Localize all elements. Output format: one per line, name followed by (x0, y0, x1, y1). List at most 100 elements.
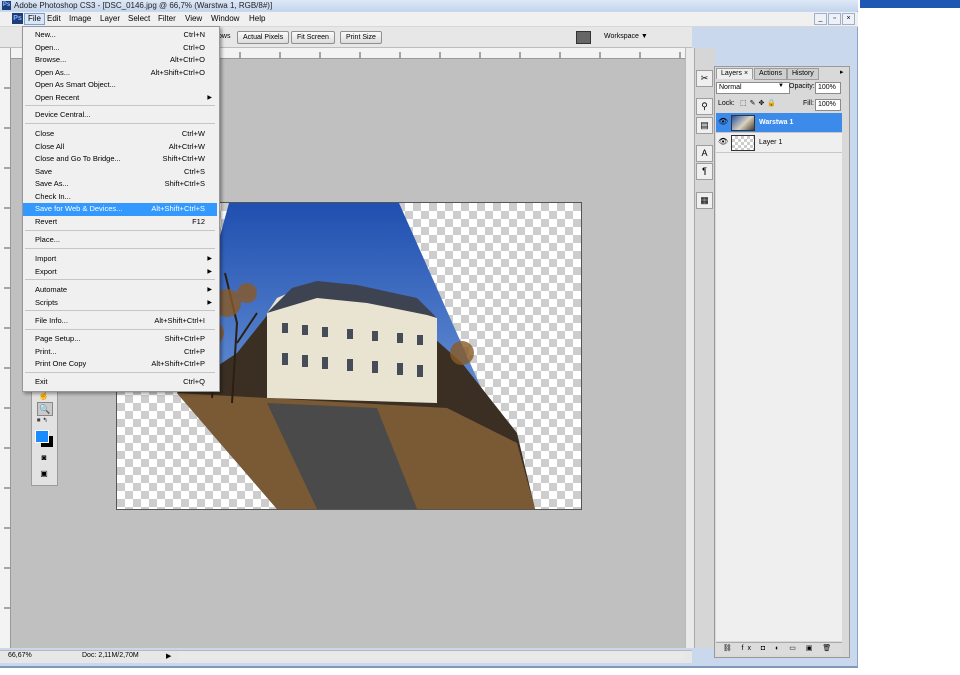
panel-menu-icon[interactable]: ▸ (840, 68, 844, 76)
menu-item-close-all[interactable]: Close All Alt+Ctrl+W (23, 141, 217, 154)
notes-icon[interactable]: ▦ (696, 192, 713, 209)
horizontal-scrollbar[interactable] (178, 652, 685, 660)
menu-view[interactable]: View (182, 13, 205, 25)
menu-item-revert[interactable]: Revert F12 (23, 216, 217, 229)
menu-item-open-as-smart-object[interactable]: Open As Smart Object... (23, 79, 217, 92)
menu-item-label: Save As... (35, 179, 69, 188)
menu-help[interactable]: Help (246, 13, 268, 25)
doc-close-button[interactable]: × (842, 13, 855, 25)
panel-dock-strip (694, 48, 715, 648)
vertical-scrollbar[interactable] (685, 48, 694, 648)
menu-item-exit[interactable]: Exit Ctrl+Q (23, 376, 217, 389)
layers-footer-buttons[interactable]: ⛓ fx ◘ ◐ ▭ ▣ 🗑 (716, 642, 842, 655)
menu-item-open[interactable]: Open... Ctrl+O (23, 42, 217, 55)
foreground-color-swatch[interactable] (35, 430, 49, 443)
menu-image[interactable]: Image (66, 13, 94, 25)
menu-item-open-as[interactable]: Open As... Alt+Shift+Ctrl+O (23, 67, 217, 80)
menu-item-file-info[interactable]: File Info... Alt+Shift+Ctrl+I (23, 315, 217, 328)
menu-file[interactable]: File (24, 13, 45, 25)
menu-item-shortcut: Alt+Ctrl+O (169, 55, 205, 64)
paragraph-icon[interactable]: ¶ (696, 163, 713, 180)
visibility-eye-icon[interactable]: 👁 (718, 117, 728, 127)
menu-item-page-setup[interactable]: Page Setup... Shift+Ctrl+P (23, 333, 217, 346)
workspace-icon[interactable] (576, 31, 591, 44)
tab-actions[interactable]: Actions (754, 68, 787, 80)
menu-filter[interactable]: Filter (155, 13, 179, 25)
tool-presets-icon[interactable]: ✂ (696, 70, 713, 87)
fit-screen-button[interactable]: Fit Screen (291, 31, 335, 44)
menu-separator (25, 248, 215, 249)
menu-item-open-recent[interactable]: Open Recent ▶ (23, 92, 217, 105)
zoom-tool-icon[interactable]: 🔍 (37, 402, 53, 416)
lock-icons[interactable]: ⬚✎✥🔒 (740, 99, 779, 107)
menu-item-scripts[interactable]: Scripts ▶ (23, 297, 217, 310)
screen-mode-icon[interactable]: ▣ (37, 468, 51, 480)
zoom-level[interactable]: 66,67% (8, 652, 32, 659)
menu-item-place[interactable]: Place... (23, 234, 217, 247)
clone-source-icon[interactable]: ▤ (696, 117, 713, 134)
print-size-button[interactable]: Print Size (340, 31, 382, 44)
menu-item-automate[interactable]: Automate ▶ (23, 284, 217, 297)
menu-item-save-for-web[interactable]: Save for Web & Devices... Alt+Shift+Ctrl+… (23, 203, 217, 216)
menu-separator (25, 230, 215, 231)
tab-history[interactable]: History (787, 68, 819, 80)
menu-item-check-in[interactable]: Check In... (23, 191, 217, 204)
vertical-ruler (0, 48, 11, 648)
menu-item-import[interactable]: Import ▶ (23, 253, 217, 266)
menu-item-export[interactable]: Export ▶ (23, 266, 217, 279)
menu-item-print-one-copy[interactable]: Print One Copy Alt+Shift+Ctrl+P (23, 358, 217, 371)
fill-label: Fill: (803, 100, 814, 107)
opacity-input[interactable]: 100% (815, 82, 841, 94)
menu-edit[interactable]: Edit (44, 13, 64, 25)
menu-item-shortcut: Shift+Ctrl+S (164, 179, 205, 188)
menu-item-browse[interactable]: Browse... Alt+Ctrl+O (23, 54, 217, 67)
menu-separator (25, 372, 215, 373)
menu-item-label: Page Setup... (35, 334, 81, 343)
doc-minimize-button[interactable]: _ (814, 13, 827, 25)
menu-item-label: File Info... (35, 316, 68, 325)
menu-item-label: Export (35, 266, 57, 276)
menu-item-close-go-to-bridge[interactable]: Close and Go To Bridge... Shift+Ctrl+W (23, 153, 217, 166)
menu-item-shortcut: F12 (192, 216, 205, 226)
menu-item-shortcut: Ctrl+O (183, 42, 205, 52)
menu-item-print[interactable]: Print... Ctrl+P (23, 346, 217, 359)
menu-item-label: Check In... (35, 191, 71, 201)
layer-thumbnail (731, 135, 755, 151)
layer-name[interactable]: Layer 1 (759, 139, 782, 146)
workspace-menu[interactable]: Workspace ▼ (604, 31, 648, 42)
submenu-arrow-icon: ▶ (207, 256, 212, 262)
layer-thumbnail (731, 115, 755, 131)
menu-item-shortcut: Ctrl+N (183, 30, 205, 39)
menu-item-label: Open Recent (35, 92, 80, 102)
submenu-arrow-icon: ▶ (207, 94, 212, 101)
menu-separator (25, 329, 215, 330)
menu-item-label: Open As... (35, 67, 71, 77)
menu-layer[interactable]: Layer (97, 13, 123, 25)
visibility-eye-icon[interactable]: 👁 (718, 137, 728, 147)
quick-mask-icon[interactable]: ◙ (37, 452, 51, 464)
menu-item-close[interactable]: Close Ctrl+W (23, 128, 217, 141)
menu-item-new[interactable]: New... Ctrl+N (23, 29, 217, 42)
menu-item-device-central[interactable]: Device Central... (23, 109, 217, 122)
tab-layers[interactable]: Layers × (716, 68, 754, 79)
blend-chevron-down-icon[interactable]: ▼ (778, 83, 784, 89)
default-colors-icon[interactable]: ◾↰ (35, 417, 48, 424)
menu-window[interactable]: Window (208, 13, 242, 25)
fill-input[interactable]: 100% (815, 99, 841, 111)
menu-item-save[interactable]: Save Ctrl+S (23, 166, 217, 179)
menu-item-shortcut: Alt+Shift+Ctrl+I (154, 316, 205, 325)
doc-restore-button[interactable]: ▫ (828, 13, 841, 25)
menu-item-label: Revert (35, 216, 58, 226)
menu-item-label: New... (35, 30, 56, 39)
photoshop-logo-icon[interactable]: Ps (12, 13, 23, 24)
lock-label: Lock: (718, 100, 735, 107)
layer-name[interactable]: Warstwa 1 (759, 119, 793, 126)
menu-item-save-as[interactable]: Save As... Shift+Ctrl+S (23, 178, 217, 191)
menu-item-label: Close and Go To Bridge... (35, 154, 121, 163)
character-icon[interactable]: A (696, 145, 713, 162)
actual-pixels-button[interactable]: Actual Pixels (237, 31, 290, 44)
menu-select[interactable]: Select (125, 13, 153, 25)
status-menu-arrow-icon[interactable]: ▶ (166, 652, 171, 660)
menu-item-shortcut: Ctrl+Q (183, 377, 205, 386)
stamp-icon[interactable]: ⚲ (696, 98, 713, 115)
